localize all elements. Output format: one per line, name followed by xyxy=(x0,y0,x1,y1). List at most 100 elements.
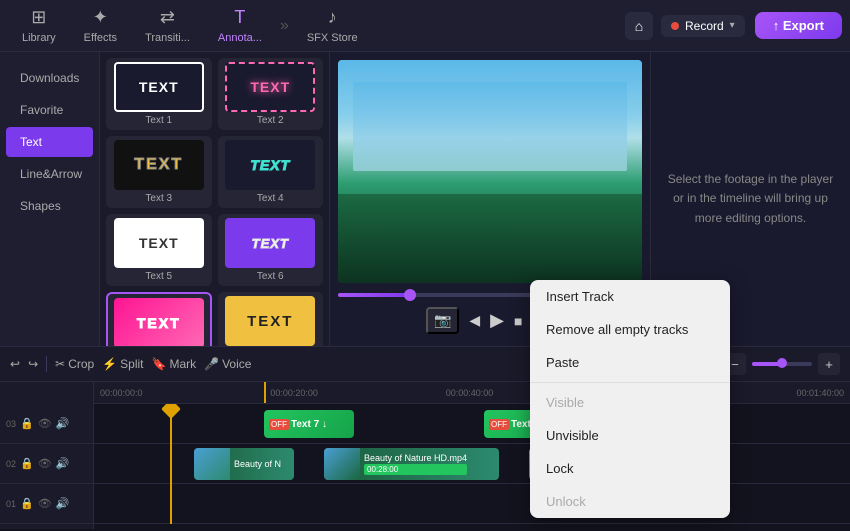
text-style-7[interactable]: TEXT Text 7 xyxy=(106,292,212,346)
track-02-eye-icon[interactable]: 👁 xyxy=(38,457,52,470)
text-style-2-label: Text 2 xyxy=(257,115,284,126)
undo-icon: ↩ xyxy=(10,357,20,371)
redo-icon: ↪ xyxy=(28,357,38,371)
time-ruler: 00:00:00:0 00:00:20:00 00:00:40:00 00:01… xyxy=(94,382,850,404)
mark-icon: 🔖 xyxy=(152,357,167,371)
clip-7b-tag: OFF xyxy=(489,419,509,430)
annotations-icon: T xyxy=(234,7,245,28)
ruler-mark-1: 00:00:20:00 xyxy=(270,388,318,398)
text-style-1[interactable]: TEXT Text 1 xyxy=(106,58,212,130)
track-01-audio-icon[interactable]: 🔊 xyxy=(56,497,70,510)
ctx-insert-track[interactable]: Insert Track xyxy=(530,280,730,313)
crop-button[interactable]: ✂ Crop xyxy=(55,357,94,371)
toolbar-separator-1 xyxy=(46,356,47,372)
clip-2-thumb xyxy=(324,448,360,480)
annotation-panel: TEXT Text 1 TEXT Text 2 TEXT Text 3 xyxy=(100,52,330,346)
text-style-grid: TEXT Text 1 TEXT Text 2 TEXT Text 3 xyxy=(106,58,323,346)
clip-7a-tag: OFF xyxy=(269,419,289,430)
voice-icon: 🎤 xyxy=(204,357,219,371)
camera-button[interactable]: 📷 xyxy=(426,307,459,334)
ctx-unvisible[interactable]: Unvisible xyxy=(530,419,730,452)
nav-sfx[interactable]: ♪ SFX Store xyxy=(293,3,372,48)
record-dot-icon xyxy=(671,22,679,30)
redo-button[interactable]: ↪ xyxy=(28,357,38,371)
nav-more-icon: » xyxy=(280,17,289,35)
context-menu: Insert Track Remove all empty tracks Pas… xyxy=(530,280,730,518)
zoom-track[interactable] xyxy=(752,362,812,366)
ctx-paste[interactable]: Paste xyxy=(530,346,730,379)
zoom-in-button[interactable]: + xyxy=(818,353,840,375)
track-01-eye-icon[interactable]: 👁 xyxy=(38,497,52,510)
record-dropdown-icon: ▾ xyxy=(730,20,735,31)
split-button[interactable]: ⚡ Split xyxy=(102,357,143,371)
sidebar-item-line-arrow[interactable]: Line&Arrow xyxy=(6,159,93,189)
track-01-lock-icon[interactable]: 🔒 xyxy=(20,497,34,510)
track-03-controls: 03 🔒 👁 🔊 xyxy=(0,404,93,444)
clip-1-thumb xyxy=(194,448,230,480)
track-03-audio-icon[interactable]: 🔊 xyxy=(56,417,70,430)
ctx-unlock: Unlock xyxy=(530,485,730,518)
home-button[interactable]: ⌂ xyxy=(625,12,653,40)
clip-1-label: Beauty of N xyxy=(230,459,285,469)
ruler-mark-2: 00:00:40:00 xyxy=(446,388,494,398)
text-style-6[interactable]: TEXT Text 6 xyxy=(218,214,324,286)
clip-2-label: Beauty of Nature HD.mp4 xyxy=(364,453,467,463)
sidebar-item-downloads[interactable]: Downloads xyxy=(6,63,93,93)
text-style-1-label: Text 1 xyxy=(145,115,172,126)
voice-button[interactable]: 🎤 Voice xyxy=(204,357,251,371)
stop-button[interactable]: ■ xyxy=(514,313,522,329)
video-clip-1[interactable]: Beauty of N xyxy=(194,448,294,480)
track-03-lock-icon[interactable]: 🔒 xyxy=(20,417,34,430)
transitions-icon: ⇄ xyxy=(160,7,175,28)
nav-transitions[interactable]: ⇄ Transiti... xyxy=(131,3,204,48)
nav-effects[interactable]: ✦ Effects xyxy=(70,3,131,48)
progress-bar[interactable] xyxy=(338,293,545,297)
text-style-6-label: Text 6 xyxy=(257,271,284,282)
ruler-marks: 00:00:00:0 00:00:20:00 00:00:40:00 00:01… xyxy=(100,388,844,398)
undo-button[interactable]: ↩ xyxy=(10,357,20,371)
sidebar-item-text[interactable]: Text xyxy=(6,127,93,157)
clip-2-info: Beauty of Nature HD.mp4 00:28:00 xyxy=(360,453,471,475)
library-icon: ⊞ xyxy=(31,7,46,28)
track-01-controls: 01 🔒 👁 🔊 xyxy=(0,484,93,524)
mark-button[interactable]: 🔖 Mark xyxy=(152,357,197,371)
sidebar-item-shapes[interactable]: Shapes xyxy=(6,191,93,221)
track-02-audio-icon[interactable]: 🔊 xyxy=(56,457,70,470)
ctx-remove-empty[interactable]: Remove all empty tracks xyxy=(530,313,730,346)
video-clip-2[interactable]: Beauty of Nature HD.mp4 00:28:00 xyxy=(324,448,499,480)
clip-7a-label: Text 7 ↓ xyxy=(291,419,327,430)
track-02-controls: 02 🔒 👁 🔊 xyxy=(0,444,93,484)
text-style-2[interactable]: TEXT Text 2 xyxy=(218,58,324,130)
export-button[interactable]: ↑ Export xyxy=(755,12,842,39)
text-style-5[interactable]: TEXT Text 5 xyxy=(106,214,212,286)
play-button[interactable]: ▶ xyxy=(490,310,504,331)
text-style-3[interactable]: TEXT Text 3 xyxy=(106,136,212,208)
crop-icon: ✂ xyxy=(55,357,65,371)
sidebar: Downloads Favorite Text Line&Arrow Shape… xyxy=(0,52,100,346)
text-style-4-label: Text 4 xyxy=(257,193,284,204)
rewind-button[interactable]: ◀ xyxy=(469,312,480,329)
track-02-lock-icon[interactable]: 🔒 xyxy=(20,457,34,470)
text-style-4[interactable]: TEXT Text 4 xyxy=(218,136,324,208)
text-style-3-label: Text 3 xyxy=(145,193,172,204)
nav-annotations[interactable]: T Annota... xyxy=(204,3,276,48)
track-content: OFF Text 7 ↓ OFF Text 7 Beauty of N xyxy=(94,404,850,529)
upload-icon: ↑ xyxy=(773,18,783,33)
video-player[interactable] xyxy=(338,60,642,283)
text-clip-7a[interactable]: OFF Text 7 ↓ xyxy=(264,410,354,438)
record-button[interactable]: Record ▾ xyxy=(661,15,745,37)
track-02-row: Beauty of N Beauty of Nature HD.mp4 00:2… xyxy=(94,444,850,484)
track-controls: 03 🔒 👁 🔊 02 🔒 👁 🔊 01 🔒 👁 🔊 xyxy=(0,404,94,529)
ruler-mark-0: 00:00:00:0 xyxy=(100,388,143,398)
nav-library[interactable]: ⊞ Library xyxy=(8,3,70,48)
sidebar-item-favorite[interactable]: Favorite xyxy=(6,95,93,125)
top-navigation: ⊞ Library ✦ Effects ⇄ Transiti... T Anno… xyxy=(0,0,850,52)
effects-icon: ✦ xyxy=(93,7,108,28)
clip-2-duration: 00:28:00 xyxy=(364,464,467,475)
ctx-divider-1 xyxy=(530,382,730,383)
track-03-eye-icon[interactable]: 👁 xyxy=(38,417,52,430)
text-style-8[interactable]: TEXT Text 8 xyxy=(218,292,324,346)
track-01-row xyxy=(94,484,850,524)
ctx-lock[interactable]: Lock xyxy=(530,452,730,485)
ruler-mark-4: 00:01:40:00 xyxy=(796,388,844,398)
